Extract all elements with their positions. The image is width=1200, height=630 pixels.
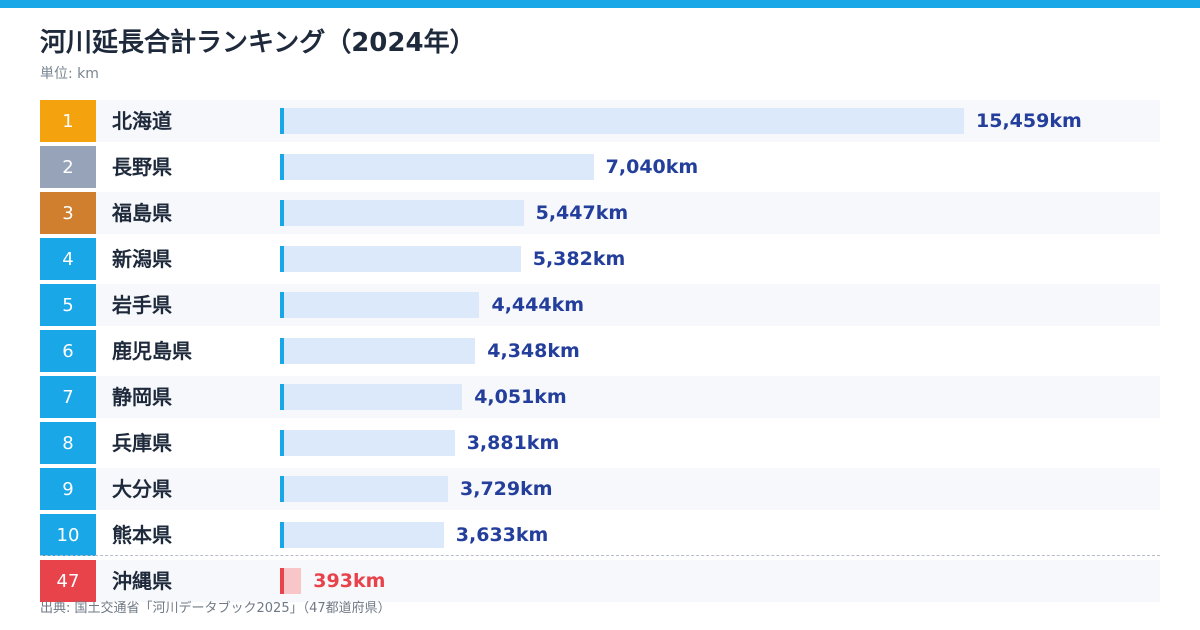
prefecture-name: 岩手県	[112, 293, 172, 317]
rank-badge: 2	[40, 146, 96, 188]
source-note: 出典: 国土交通省「河川データブック2025」（47都道府県）	[40, 601, 391, 616]
prefecture-name: 福島県	[112, 201, 172, 225]
value-label: 15,459km	[976, 110, 1082, 132]
prefecture-name: 静岡県	[112, 385, 172, 409]
chart-title: 河川延長合計ランキング（2024年）	[40, 28, 476, 58]
rank-badge: 5	[40, 284, 96, 326]
rank-badge: 7	[40, 376, 96, 418]
rank-badge: 10	[40, 514, 96, 556]
rank-badge: 47	[40, 560, 96, 602]
value-label: 5,382km	[532, 248, 626, 270]
ranking-row: 8 兵庫県 3,881km	[40, 422, 1160, 464]
value-label: 4,444km	[491, 294, 585, 316]
value-label: 3,633km	[455, 524, 549, 546]
rank-badge: 9	[40, 468, 96, 510]
value-bar	[284, 338, 476, 364]
rank-badge: 8	[40, 422, 96, 464]
ranking-row: 4 新潟県 5,382km	[40, 238, 1160, 280]
value-bar	[284, 292, 480, 318]
prefecture-name: 大分県	[112, 477, 172, 501]
top-accent-bar	[0, 0, 1200, 8]
rank-badge: 6	[40, 330, 96, 372]
value-label: 3,729km	[460, 478, 553, 500]
ranking-row: 3 福島県 5,447km	[40, 192, 1160, 234]
value-label: 393km	[313, 570, 386, 592]
value-bar	[284, 154, 594, 180]
value-bar	[284, 476, 449, 502]
prefecture-name: 鹿児島県	[112, 339, 192, 363]
ranking-row: 9 大分県 3,729km	[40, 468, 1160, 510]
rank-badge: 1	[40, 100, 96, 142]
prefecture-name: 新潟県	[112, 247, 172, 271]
value-bar	[284, 522, 444, 548]
rank-gap-divider	[40, 555, 1160, 556]
prefecture-name: 熊本県	[112, 523, 172, 547]
value-bar	[284, 200, 524, 226]
value-label: 3,881km	[466, 432, 560, 454]
value-label: 4,051km	[474, 386, 567, 408]
prefecture-name: 兵庫県	[112, 431, 172, 455]
chart-unit-subtitle: 単位: km	[40, 66, 99, 82]
value-bar	[284, 384, 463, 410]
value-label: 7,040km	[605, 156, 699, 178]
ranking-row: 2 長野県 7,040km	[40, 146, 1160, 188]
ranking-row: 1 北海道 15,459km	[40, 100, 1160, 142]
value-bar	[284, 108, 964, 134]
prefecture-name: 沖縄県	[112, 569, 172, 593]
value-label: 4,348km	[487, 340, 580, 362]
rank-badge: 4	[40, 238, 96, 280]
value-bar	[284, 246, 521, 272]
value-label: 5,447km	[535, 202, 629, 224]
rank-badge: 3	[40, 192, 96, 234]
ranking-bar-chart: 1 北海道 15,459km 2 長野県 7,040km 3 福島県 5,447km 4 新潟県 5,…	[40, 100, 1160, 604]
prefecture-name: 長野県	[112, 155, 172, 179]
ranking-row: 6 鹿児島県 4,348km	[40, 330, 1160, 372]
value-bar	[284, 568, 302, 594]
ranking-row: 5 岩手県 4,444km	[40, 284, 1160, 326]
ranking-row: 10 熊本県 3,633km	[40, 514, 1160, 556]
prefecture-name: 北海道	[112, 109, 172, 133]
ranking-row: 7 静岡県 4,051km	[40, 376, 1160, 418]
ranking-row: 47 沖縄県 393km	[40, 560, 1160, 602]
value-bar	[284, 430, 455, 456]
